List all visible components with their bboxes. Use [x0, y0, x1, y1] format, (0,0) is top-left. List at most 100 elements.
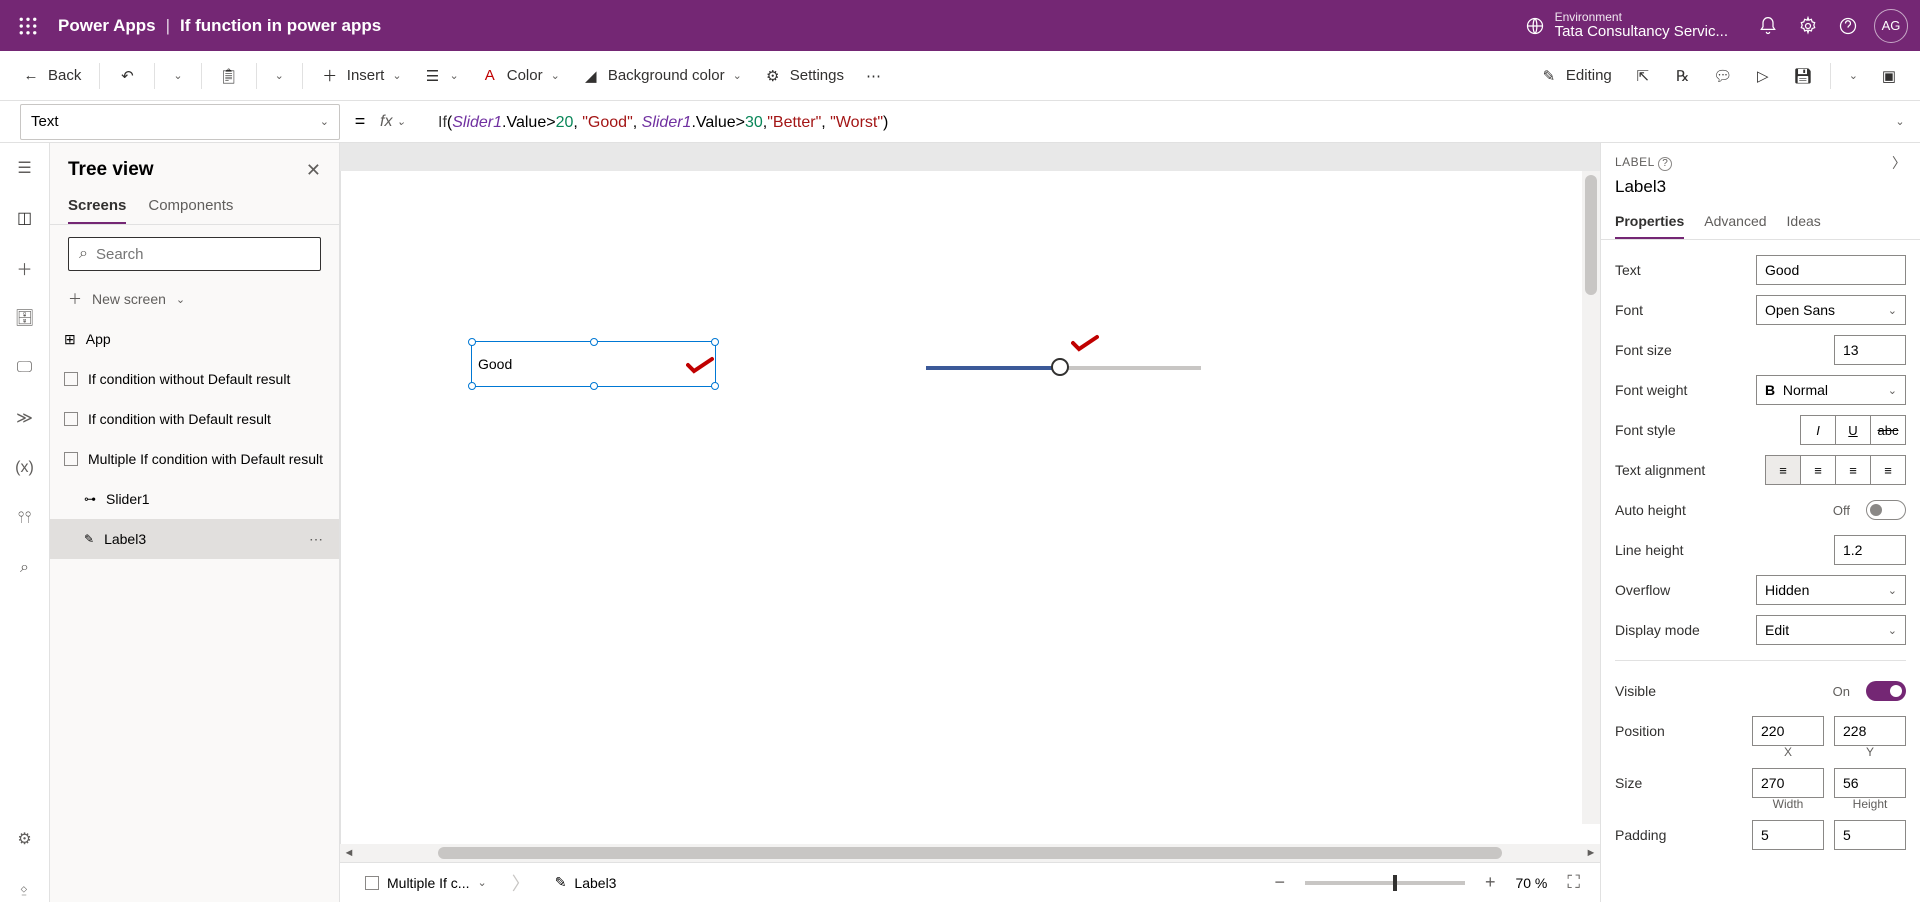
- tree-item-screen-3[interactable]: Multiple If condition with Default resul…: [50, 439, 339, 479]
- undo-dropdown[interactable]: ⌄: [163, 58, 192, 94]
- tab-components[interactable]: Components: [148, 189, 233, 224]
- tools-icon[interactable]: ⫯⫯: [12, 505, 38, 531]
- tab-ideas[interactable]: Ideas: [1787, 205, 1821, 239]
- more-icon[interactable]: ⋯: [309, 531, 325, 548]
- hamburger-icon[interactable]: ☰: [12, 155, 38, 181]
- notifications-icon[interactable]: [1748, 6, 1788, 46]
- insert-rail-icon[interactable]: ＋: [12, 255, 38, 281]
- app-name[interactable]: Power Apps: [58, 16, 156, 36]
- size-height-input[interactable]: 56: [1834, 768, 1906, 798]
- tree-search[interactable]: ⌕: [68, 237, 321, 271]
- share-button[interactable]: ⇱: [1624, 58, 1662, 94]
- info-icon[interactable]: ?: [1658, 157, 1672, 171]
- prop-display-select[interactable]: Edit⌄: [1756, 615, 1906, 645]
- save-button[interactable]: 💾︎: [1784, 58, 1822, 94]
- waffle-icon[interactable]: [12, 10, 44, 42]
- canvas-vertical-scrollbar[interactable]: [1582, 171, 1600, 824]
- padding-2-input[interactable]: 5: [1834, 820, 1906, 850]
- prop-font-select[interactable]: Open Sans⌄: [1756, 295, 1906, 325]
- prop-fontweight-select[interactable]: B Normal⌄: [1756, 375, 1906, 405]
- tab-advanced[interactable]: Advanced: [1704, 205, 1766, 239]
- bgcolor-button[interactable]: ◢ Background color ⌄: [572, 58, 752, 94]
- color-button[interactable]: A Color ⌄: [471, 58, 570, 94]
- comments-button[interactable]: 💬︎: [1704, 58, 1742, 94]
- formula-input[interactable]: If(Slider1.Value>20, "Good", Slider1.Val…: [430, 108, 1880, 136]
- italic-button[interactable]: I: [1800, 415, 1836, 445]
- virtual-agent-icon[interactable]: ⍚: [12, 876, 38, 902]
- media-icon[interactable]: 🖵: [12, 355, 38, 381]
- tab-properties[interactable]: Properties: [1615, 205, 1684, 239]
- variables-icon[interactable]: (x): [12, 455, 38, 481]
- prop-overflow-select[interactable]: Hidden⌄: [1756, 575, 1906, 605]
- tree-item-slider[interactable]: ⊶ Slider1: [50, 479, 339, 519]
- fx-label[interactable]: fx ⌄: [380, 113, 430, 131]
- paste-dropdown[interactable]: ⌄: [265, 58, 294, 94]
- settings-gear-icon[interactable]: [1788, 6, 1828, 46]
- control-name[interactable]: Label3: [1601, 177, 1920, 205]
- zoom-in-button[interactable]: +: [1479, 872, 1502, 893]
- formula-expand-button[interactable]: ⌄: [1880, 115, 1920, 128]
- more-button[interactable]: ⋯: [856, 58, 891, 94]
- zoom-out-button[interactable]: −: [1268, 872, 1291, 893]
- padding-1-input[interactable]: 5: [1752, 820, 1824, 850]
- environment-name: Tata Consultancy Servic...: [1555, 24, 1728, 41]
- new-screen-button[interactable]: ＋ New screen ⌄: [50, 283, 339, 319]
- position-y-input[interactable]: 228: [1834, 716, 1906, 746]
- zoom-slider[interactable]: [1305, 881, 1465, 885]
- formula-bar: Text ⌄ = fx ⌄ If(Slider1.Value>20, "Good…: [0, 101, 1920, 143]
- flows-icon[interactable]: ≫: [12, 405, 38, 431]
- search-rail-icon[interactable]: ⌕: [12, 555, 38, 581]
- file-title[interactable]: If function in power apps: [180, 16, 381, 36]
- design-canvas[interactable]: Good: [340, 171, 1600, 844]
- fit-screen-icon[interactable]: ⛶: [1561, 872, 1586, 893]
- tab-screens[interactable]: Screens: [68, 189, 126, 224]
- save-dropdown[interactable]: ⌄: [1839, 58, 1868, 94]
- publish-button[interactable]: ▣: [1870, 58, 1908, 94]
- close-icon[interactable]: ✕: [306, 160, 321, 181]
- align-right-button[interactable]: ≡: [1835, 455, 1871, 485]
- tree-search-input[interactable]: [96, 246, 310, 263]
- settings-rail-icon[interactable]: ⚙: [12, 826, 38, 852]
- environment-picker[interactable]: Environment Tata Consultancy Servic...: [1525, 11, 1728, 41]
- editing-button[interactable]: ✎ Editing: [1530, 58, 1622, 94]
- prop-text-input[interactable]: Good: [1756, 255, 1906, 285]
- list-button[interactable]: ☰⌄: [414, 58, 469, 94]
- search-icon: ⌕: [79, 245, 88, 263]
- data-icon[interactable]: 🗄︎: [12, 305, 38, 331]
- user-avatar[interactable]: AG: [1874, 9, 1908, 43]
- tree-view-icon[interactable]: ◫: [12, 205, 38, 231]
- checker-button[interactable]: ℞: [1664, 58, 1702, 94]
- underline-button[interactable]: U: [1835, 415, 1871, 445]
- strikethrough-button[interactable]: abc: [1870, 415, 1906, 445]
- align-center-button[interactable]: ≡: [1800, 455, 1836, 485]
- prop-padding-label: Padding: [1615, 827, 1742, 843]
- scroll-right-icon[interactable]: ►: [1582, 847, 1600, 859]
- canvas-horizontal-scrollbar[interactable]: ◄ ►: [340, 844, 1600, 862]
- visible-toggle[interactable]: [1866, 681, 1906, 701]
- tree-item-label[interactable]: ✎ Label3 ⋯: [50, 519, 339, 559]
- breadcrumb-control[interactable]: ✎ Label3: [544, 869, 628, 896]
- back-button[interactable]: ← Back: [12, 58, 91, 94]
- align-justify-button[interactable]: ≡: [1870, 455, 1906, 485]
- selected-label-control[interactable]: Good: [471, 341, 716, 387]
- prop-fontsize-input[interactable]: 13: [1834, 335, 1906, 365]
- undo-button[interactable]: ↶: [108, 58, 146, 94]
- settings-button[interactable]: ⚙ Settings: [754, 58, 854, 94]
- play-button[interactable]: ▷: [1744, 58, 1782, 94]
- property-selector[interactable]: Text ⌄: [20, 104, 340, 140]
- collapse-panel-icon[interactable]: 〉: [1892, 153, 1906, 173]
- prop-lineheight-input[interactable]: 1.2: [1834, 535, 1906, 565]
- position-x-input[interactable]: 220: [1752, 716, 1824, 746]
- breadcrumb-screen[interactable]: Multiple If c... ⌄: [354, 870, 498, 896]
- tree-item-screen-2[interactable]: If condition with Default result: [50, 399, 339, 439]
- scroll-left-icon[interactable]: ◄: [340, 847, 358, 859]
- tree-item-app[interactable]: ⊞ App: [50, 319, 339, 359]
- align-left-button[interactable]: ≡: [1765, 455, 1801, 485]
- slider-thumb[interactable]: [1051, 358, 1069, 376]
- size-width-input[interactable]: 270: [1752, 768, 1824, 798]
- help-icon[interactable]: [1828, 6, 1868, 46]
- tree-item-screen-1[interactable]: If condition without Default result: [50, 359, 339, 399]
- insert-button[interactable]: ＋ Insert ⌄: [311, 58, 412, 94]
- autoheight-toggle[interactable]: [1866, 500, 1906, 520]
- paste-button[interactable]: 📋︎: [210, 58, 248, 94]
